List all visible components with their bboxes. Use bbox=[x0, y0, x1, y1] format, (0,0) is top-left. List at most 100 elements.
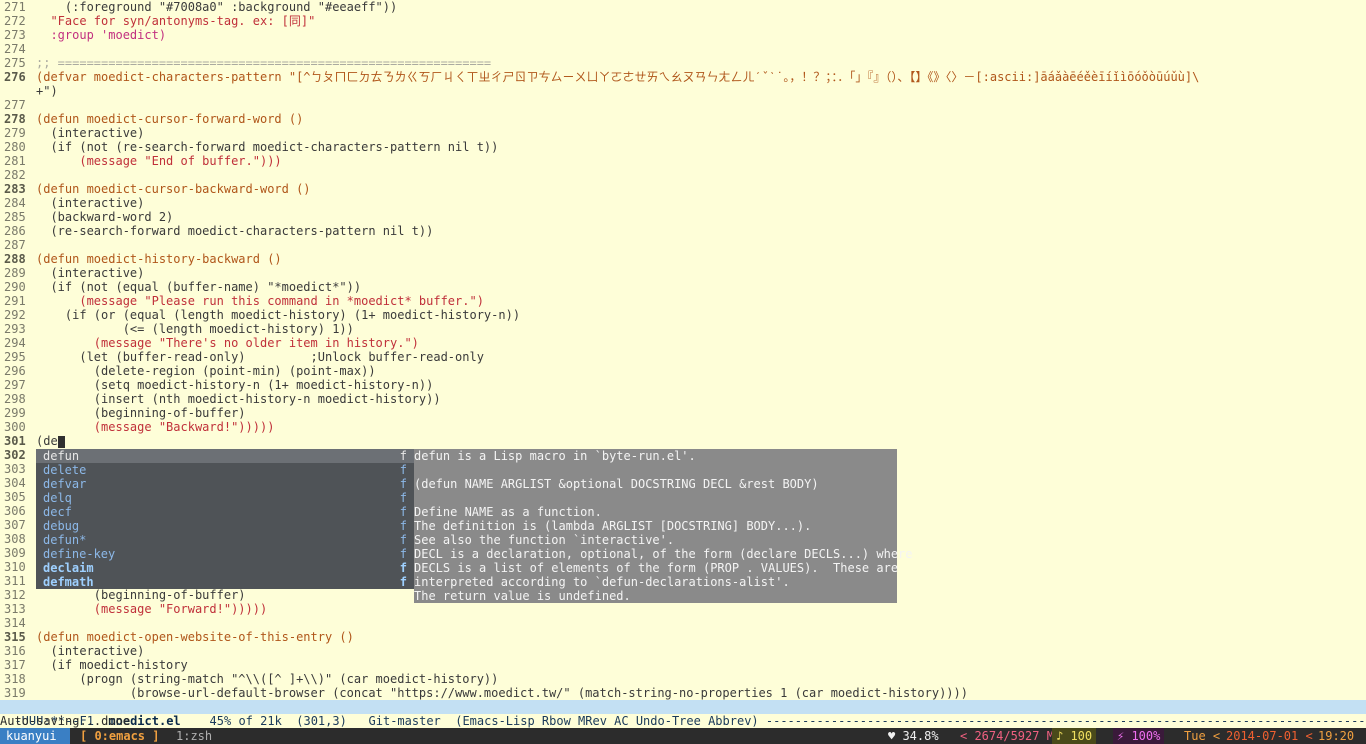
code-text: (defun moedict-cursor-forward-word () bbox=[36, 112, 304, 126]
line-number: 319 bbox=[4, 686, 26, 700]
editor-line[interactable]: 282 bbox=[0, 168, 36, 182]
editor-line[interactable]: 310 bbox=[0, 560, 36, 574]
completion-label: defmath bbox=[43, 575, 94, 589]
editor-line[interactable]: 295 (let (buffer-read-only) ;Unlock buff… bbox=[0, 350, 484, 364]
editor-line[interactable]: 286 (re-search-forward moedict-character… bbox=[0, 224, 433, 238]
editor-line[interactable]: 316 (interactive) bbox=[0, 644, 144, 658]
line-number: 316 bbox=[4, 644, 26, 658]
editor-line[interactable]: 279 (interactive) bbox=[0, 126, 144, 140]
code-text: (let (buffer-read-only) ;Unlock buffer-r… bbox=[36, 350, 484, 364]
code-text: (insert (nth moedict-history-n moedict-h… bbox=[36, 392, 441, 406]
editor-line[interactable]: 300 (message "Backward!"))))) bbox=[0, 420, 274, 434]
editor-line[interactable]: +") bbox=[0, 84, 58, 98]
code-text: (if moedict-history bbox=[36, 658, 188, 672]
editor-line[interactable]: 307 bbox=[0, 518, 36, 532]
tmux-session-name: kuanyui bbox=[0, 728, 70, 744]
editor-line[interactable]: 298 (insert (nth moedict-history-n moedi… bbox=[0, 392, 441, 406]
editor-line[interactable]: 311 bbox=[0, 574, 36, 588]
editor-line[interactable]: 277 bbox=[0, 98, 36, 112]
completion-popup[interactable]: defun f delete f defvar f delq f decf f debug f defu… bbox=[36, 449, 414, 589]
editor-line[interactable]: 317 (if moedict-history bbox=[0, 658, 188, 672]
completion-item[interactable]: defun* f bbox=[36, 533, 414, 547]
editor-line[interactable]: 318 (progn (string-match "^\\([^ ]+\\)" … bbox=[0, 672, 498, 686]
line-number: 308 bbox=[4, 532, 26, 546]
editor-line[interactable]: 297 (setq moedict-history-n (1+ moedict-… bbox=[0, 378, 433, 392]
date: 2014-07-01 < bbox=[1226, 729, 1313, 743]
tmux-window-zsh[interactable]: 1:zsh bbox=[176, 728, 212, 744]
editor-line[interactable]: 289 (interactive) bbox=[0, 266, 144, 280]
editor-line[interactable]: 287 bbox=[0, 238, 36, 252]
editor-line[interactable]: 281 (message "End of buffer."))) bbox=[0, 154, 282, 168]
editor-line[interactable]: 296 (delete-region (point-min) (point-ma… bbox=[0, 364, 376, 378]
completion-kind: f bbox=[399, 449, 407, 463]
editor-line[interactable]: 272 "Face for syn/antonyms-tag. ex: [同]" bbox=[0, 14, 315, 28]
memory-usage: < 2674/5927 MB bbox=[960, 729, 1062, 743]
editor-line[interactable]: 283 (defun moedict-cursor-backward-word (… bbox=[0, 182, 311, 196]
completion-kind: f bbox=[399, 491, 407, 505]
editor-line[interactable]: 285 (backward-word 2) bbox=[0, 210, 173, 224]
editor-line[interactable]: 312 (beginning-of-buffer) bbox=[0, 588, 246, 602]
editor-line[interactable]: 294 (message "There's no older item in h… bbox=[0, 336, 419, 350]
line-number: 307 bbox=[4, 518, 26, 532]
line-number: 304 bbox=[4, 476, 26, 490]
editor-line[interactable]: 306 bbox=[0, 504, 36, 518]
line-number: 314 bbox=[4, 616, 26, 630]
code-text: (setq moedict-history-n (1+ moedict-hist… bbox=[36, 378, 434, 392]
editor-line[interactable]: 274 bbox=[0, 42, 36, 56]
completion-item[interactable]: delete f bbox=[36, 463, 414, 477]
editor-line[interactable]: 314 bbox=[0, 616, 36, 630]
editor-line[interactable]: 303 bbox=[0, 462, 36, 476]
editor-line[interactable]: 308 bbox=[0, 532, 36, 546]
editor-line[interactable]: 288 (defun moedict-history-backward () bbox=[0, 252, 282, 266]
editor-line[interactable]: 302 bbox=[0, 448, 36, 462]
tmux-window-emacs[interactable]: [ 0:emacs ] bbox=[80, 728, 159, 744]
completion-label: defun bbox=[43, 449, 80, 463]
completion-kind: f bbox=[399, 505, 407, 519]
modeline-modes[interactable]: (Emacs-Lisp Rbow MRev AC Undo-Tree Abbre… bbox=[455, 714, 758, 728]
editor-line[interactable]: 273 :group 'moedict) bbox=[0, 28, 166, 42]
editor-line[interactable]: 278 (defun moedict-cursor-forward-word () bbox=[0, 112, 303, 126]
editor-line[interactable]: 313 (message "Forward!"))))) bbox=[0, 602, 267, 616]
line-number: 290 bbox=[4, 280, 26, 294]
completion-item[interactable]: define-key f bbox=[36, 547, 414, 561]
doc-line bbox=[414, 463, 897, 477]
completion-item[interactable]: defvar f bbox=[36, 477, 414, 491]
completion-item[interactable]: delq f bbox=[36, 491, 414, 505]
doc-line: The definition is (lambda ARGLIST [DOCST… bbox=[414, 519, 812, 533]
editor-line[interactable]: 276 (defvar moedict-characters-pattern "[… bbox=[0, 70, 1199, 84]
volume-level: ♪ 100 bbox=[1052, 728, 1097, 744]
line-number: 298 bbox=[4, 392, 26, 406]
editor-line[interactable]: 290 (if (not (equal (buffer-name) "*moed… bbox=[0, 280, 361, 294]
editor-line[interactable]: 275 ;; ==================================… bbox=[0, 56, 491, 70]
completion-item[interactable]: defmath f bbox=[36, 575, 414, 589]
editor-line[interactable]: 293 (<= (length moedict-history) 1)) bbox=[0, 322, 354, 336]
editor-line[interactable]: 291 (message "Please run this command in… bbox=[0, 294, 484, 308]
editor-line[interactable]: 315 (defun moedict-open-website-of-this-e… bbox=[0, 630, 354, 644]
editor-line[interactable]: 271 (:foreground "#7008a0" :background "… bbox=[0, 0, 397, 14]
code-text: (progn (string-match "^\\([^ ]+\\)" (car… bbox=[36, 672, 499, 686]
code-text: (defun moedict-cursor-backward-word () bbox=[36, 182, 311, 196]
editor-line[interactable]: 280 (if (not (re-search-forward moedict-… bbox=[0, 140, 498, 154]
code-text: "Face for syn/antonyms-tag. ex: [同]" bbox=[36, 14, 316, 28]
line-number: 291 bbox=[4, 294, 26, 308]
editor-line[interactable]: 305 bbox=[0, 490, 36, 504]
editor-line[interactable]: 292 (if (or (equal (length moedict-histo… bbox=[0, 308, 520, 322]
editor-line[interactable]: 299 (beginning-of-buffer) bbox=[0, 406, 246, 420]
editor-line[interactable]: 304 bbox=[0, 476, 36, 490]
mode-line: -UUU:**--F1 moedict.el 45% of 21k (301,3… bbox=[0, 700, 1366, 728]
line-number: 310 bbox=[4, 560, 26, 574]
editor-line[interactable]: 319 (browse-url-default-browser (concat … bbox=[0, 686, 968, 700]
completion-item[interactable]: decf f bbox=[36, 505, 414, 519]
editor-line[interactable]: 284 (interactive) bbox=[0, 196, 144, 210]
line-number: 297 bbox=[4, 378, 26, 392]
line-number: 315 bbox=[4, 630, 26, 644]
completion-item[interactable]: declaim f bbox=[36, 561, 414, 575]
editor-line[interactable]: 309 bbox=[0, 546, 36, 560]
line-number: 285 bbox=[4, 210, 26, 224]
code-text: (backward-word 2) bbox=[36, 210, 174, 224]
completion-item[interactable]: debug f bbox=[36, 519, 414, 533]
line-number: 281 bbox=[4, 154, 26, 168]
modeline-vc[interactable]: Git-master bbox=[369, 714, 441, 728]
editor-line[interactable]: 301 (de bbox=[0, 434, 65, 448]
completion-item[interactable]: defun f bbox=[36, 449, 414, 463]
